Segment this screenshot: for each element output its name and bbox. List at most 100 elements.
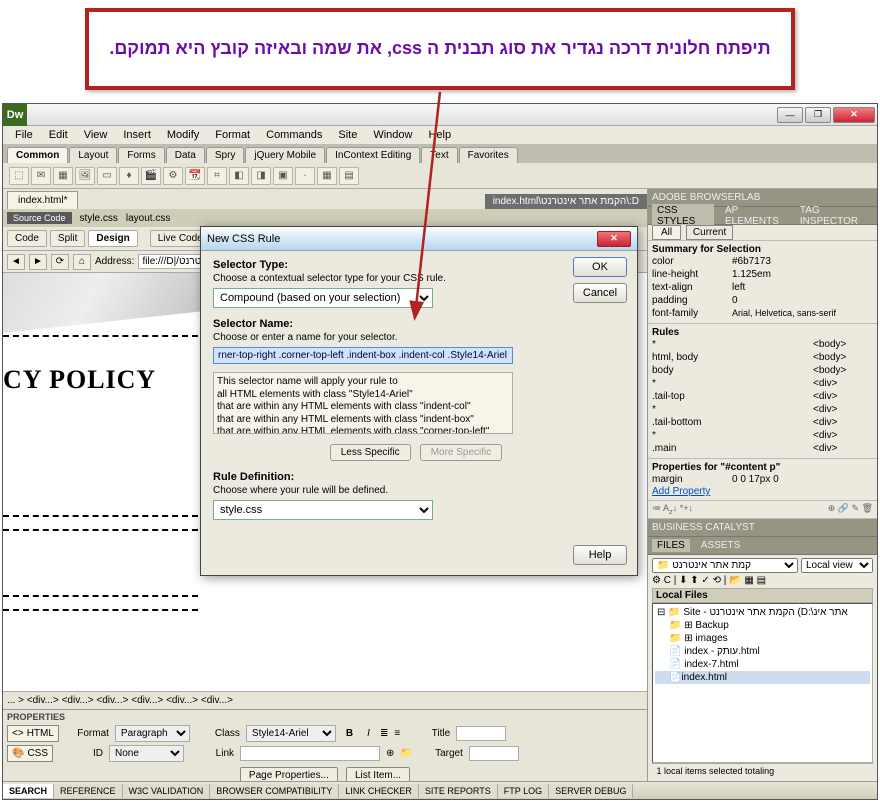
btab-server[interactable]: SERVER DEBUG: [549, 784, 633, 798]
target-input[interactable]: [469, 746, 519, 761]
css-all-btn[interactable]: All: [652, 225, 681, 240]
less-specific-button[interactable]: Less Specific: [330, 444, 411, 461]
source-code-btn[interactable]: Source Code: [7, 212, 72, 224]
menu-edit[interactable]: Edit: [41, 127, 76, 143]
props-html-btn[interactable]: <> HTML: [7, 725, 59, 742]
btab-site[interactable]: SITE REPORTS: [419, 784, 498, 798]
props-css-btn[interactable]: 🎨 CSS: [7, 745, 53, 762]
related-file[interactable]: layout.css: [126, 213, 170, 224]
tool-icon[interactable]: ▦: [317, 167, 337, 185]
panel-tab-tag[interactable]: TAG INSPECTOR: [795, 204, 873, 228]
view-select[interactable]: Local view: [801, 558, 873, 573]
btab-ftp[interactable]: FTP LOG: [498, 784, 549, 798]
menu-file[interactable]: File: [7, 127, 41, 143]
files-tab[interactable]: FILES: [652, 539, 690, 552]
properties-panel: PROPERTIES <> HTML Format Paragraph Clas…: [3, 709, 647, 781]
nav-home-icon[interactable]: ⌂: [73, 254, 91, 270]
tool-icon[interactable]: 📆: [185, 167, 205, 185]
nav-refresh-icon[interactable]: ⟳: [51, 254, 69, 270]
bold-icon[interactable]: B: [342, 728, 357, 739]
btab-browser[interactable]: BROWSER COMPATIBILITY: [210, 784, 339, 798]
menu-modify[interactable]: Modify: [159, 127, 207, 143]
tab-text[interactable]: Text: [421, 147, 457, 163]
close-button[interactable]: ✕: [833, 107, 875, 123]
maximize-button[interactable]: ❐: [805, 107, 831, 123]
tool-icon[interactable]: ·: [295, 167, 315, 185]
tool-icon[interactable]: ⚙: [163, 167, 183, 185]
btab-reference[interactable]: REFERENCE: [54, 784, 123, 798]
annotation-callout: תיפתח חלונית דרכה נגדיר את סוג תבנית ה c…: [85, 8, 795, 90]
panel-tab-ap[interactable]: AP ELEMENTS: [720, 204, 789, 228]
list-icon[interactable]: ≡: [394, 728, 400, 739]
view-code[interactable]: Code: [7, 230, 47, 247]
dialog-close-icon[interactable]: ✕: [597, 231, 631, 247]
tool-icon[interactable]: ▤: [339, 167, 359, 185]
link-folder-icon[interactable]: 📁: [400, 748, 412, 759]
menu-format[interactable]: Format: [207, 127, 258, 143]
tab-layout[interactable]: Layout: [69, 147, 117, 163]
assets-tab[interactable]: ASSETS: [696, 539, 745, 552]
btab-search[interactable]: SEARCH: [3, 784, 54, 798]
format-select[interactable]: Paragraph: [115, 725, 190, 742]
link-input[interactable]: [240, 746, 380, 761]
btab-w3c[interactable]: W3C VALIDATION: [123, 784, 211, 798]
menu-insert[interactable]: Insert: [115, 127, 159, 143]
tab-data[interactable]: Data: [166, 147, 205, 163]
title-input[interactable]: [456, 726, 506, 741]
tag-selector[interactable]: ... > <div...> <div...> <div...> <div...…: [3, 691, 647, 709]
view-split[interactable]: Split: [50, 230, 85, 247]
tool-icon[interactable]: ◨: [251, 167, 271, 185]
nav-fwd-icon[interactable]: ►: [29, 254, 47, 270]
file-tree[interactable]: ⊟ 📁 Site - הקמת אתר אינטרנט (D:\אתר אינ …: [652, 603, 873, 763]
selector-name-input[interactable]: [213, 347, 513, 364]
link-browse-icon[interactable]: ⊕: [386, 748, 394, 759]
tab-forms[interactable]: Forms: [118, 147, 164, 163]
page-heading: CY POLICY: [3, 365, 156, 395]
btab-link[interactable]: LINK CHECKER: [339, 784, 419, 798]
view-design[interactable]: Design: [88, 230, 137, 247]
menu-view[interactable]: View: [76, 127, 116, 143]
tool-icon[interactable]: ⌗: [207, 167, 227, 185]
annotation-text: תיפתח חלונית דרכה נגדיר את סוג תבנית ה c…: [109, 36, 770, 61]
tool-icon[interactable]: 🖼: [75, 167, 95, 185]
insert-toolbar: ⬚✉▦🖼▭♦🎬⚙📆⌗◧◨▣·▦▤: [3, 163, 877, 189]
tool-icon[interactable]: ✉: [31, 167, 51, 185]
tab-spry[interactable]: Spry: [206, 147, 245, 163]
panel-bc[interactable]: BUSINESS CATALYST: [648, 519, 877, 537]
tab-common[interactable]: Common: [7, 147, 68, 163]
css-current-btn[interactable]: Current: [686, 225, 733, 240]
list-icon[interactable]: ≣: [380, 728, 388, 739]
id-select[interactable]: None: [109, 745, 184, 762]
menu-site[interactable]: Site: [330, 127, 365, 143]
ok-button[interactable]: OK: [573, 257, 627, 277]
italic-icon[interactable]: I: [363, 728, 374, 739]
summary-header: Summary for Selection: [652, 244, 761, 255]
minimize-button[interactable]: —: [777, 107, 803, 123]
menu-commands[interactable]: Commands: [258, 127, 330, 143]
tool-icon[interactable]: 🎬: [141, 167, 161, 185]
nav-back-icon[interactable]: ◄: [7, 254, 25, 270]
class-select[interactable]: Style14-Ariel: [246, 725, 336, 742]
tab-favorites[interactable]: Favorites: [459, 147, 518, 163]
tab-incontext[interactable]: InContext Editing: [326, 147, 420, 163]
cancel-button[interactable]: Cancel: [573, 283, 627, 303]
site-select[interactable]: 📁 קמת אתר אינטרנט: [652, 558, 798, 573]
tool-icon[interactable]: ▣: [273, 167, 293, 185]
tool-icon[interactable]: ⬚: [9, 167, 29, 185]
rule-definition-select[interactable]: style.css: [213, 500, 433, 520]
tool-icon[interactable]: ▦: [53, 167, 73, 185]
menu-window[interactable]: Window: [365, 127, 420, 143]
help-button[interactable]: Help: [573, 545, 627, 565]
menu-help[interactable]: Help: [420, 127, 459, 143]
panel-tab-css[interactable]: CSS STYLES: [652, 204, 714, 228]
selector-type-select[interactable]: Compound (based on your selection): [213, 288, 433, 308]
tool-icon[interactable]: ▭: [97, 167, 117, 185]
add-property-link[interactable]: Add Property: [652, 486, 873, 497]
tool-icon[interactable]: ♦: [119, 167, 139, 185]
doc-tab[interactable]: index.html*: [7, 191, 78, 209]
tool-icon[interactable]: ◧: [229, 167, 249, 185]
related-file[interactable]: style.css: [80, 213, 118, 224]
class-label: Class: [196, 728, 240, 739]
dialog-titlebar[interactable]: New CSS Rule ✕: [201, 227, 637, 251]
tab-jquery[interactable]: jQuery Mobile: [245, 147, 325, 163]
